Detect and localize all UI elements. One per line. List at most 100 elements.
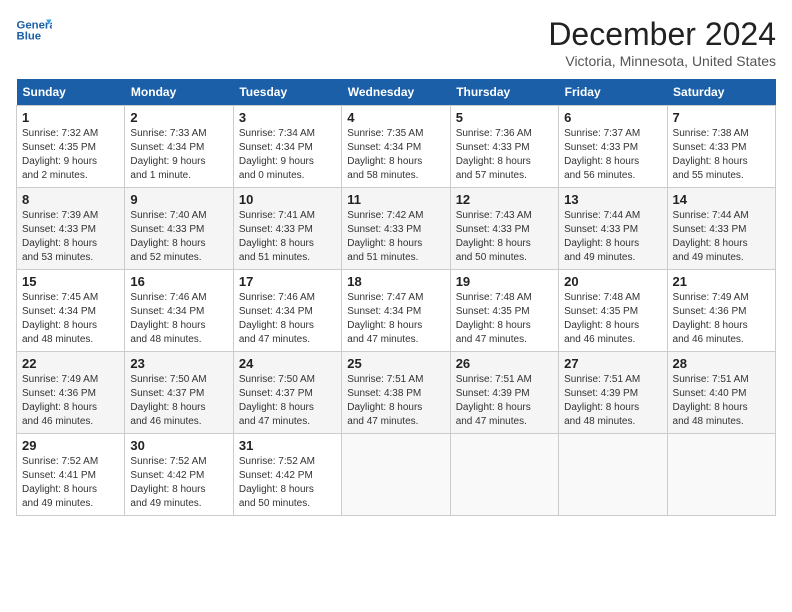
calendar-cell: 31 Sunrise: 7:52 AM Sunset: 4:42 PM Dayli… [233, 434, 341, 516]
day-info: Sunrise: 7:39 AM Sunset: 4:33 PM Dayligh… [22, 209, 119, 265]
day-number: 19 [456, 274, 553, 289]
day-info: Sunrise: 7:51 AM Sunset: 4:38 PM Dayligh… [347, 373, 444, 429]
day-info: Sunrise: 7:44 AM Sunset: 4:33 PM Dayligh… [564, 209, 661, 265]
calendar-cell: 12 Sunrise: 7:43 AM Sunset: 4:33 PM Dayli… [450, 188, 558, 270]
day-number: 30 [130, 438, 227, 453]
calendar-cell: 26Sunrise: 7:51 AM Sunset: 4:39 PM Dayli… [450, 352, 558, 434]
day-info: Sunrise: 7:51 AM Sunset: 4:39 PM Dayligh… [456, 373, 553, 429]
day-info: Sunrise: 7:46 AM Sunset: 4:34 PM Dayligh… [130, 291, 227, 347]
day-info: Sunrise: 7:35 AM Sunset: 4:34 PM Dayligh… [347, 127, 444, 183]
day-number: 6 [564, 110, 661, 125]
day-info: Sunrise: 7:42 AM Sunset: 4:33 PM Dayligh… [347, 209, 444, 265]
calendar-table: SundayMondayTuesdayWednesdayThursdayFrid… [16, 79, 776, 516]
logo: General Blue [16, 16, 52, 44]
calendar-cell: 1Sunrise: 7:32 AM Sunset: 4:35 PM Daylig… [17, 106, 125, 188]
day-number: 23 [130, 356, 227, 371]
calendar-week-row: 22Sunrise: 7:49 AM Sunset: 4:36 PM Dayli… [17, 352, 776, 434]
day-info: Sunrise: 7:37 AM Sunset: 4:33 PM Dayligh… [564, 127, 661, 183]
day-number: 17 [239, 274, 336, 289]
day-info: Sunrise: 7:51 AM Sunset: 4:40 PM Dayligh… [673, 373, 770, 429]
calendar-cell [559, 434, 667, 516]
calendar-cell: 4 Sunrise: 7:35 AM Sunset: 4:34 PM Daylig… [342, 106, 450, 188]
day-number: 24 [239, 356, 336, 371]
calendar-cell: 7 Sunrise: 7:38 AM Sunset: 4:33 PM Daylig… [667, 106, 775, 188]
weekday-header-tuesday: Tuesday [233, 79, 341, 106]
calendar-cell [450, 434, 558, 516]
day-info: Sunrise: 7:48 AM Sunset: 4:35 PM Dayligh… [456, 291, 553, 347]
day-number: 5 [456, 110, 553, 125]
day-number: 28 [673, 356, 770, 371]
day-info: Sunrise: 7:52 AM Sunset: 4:42 PM Dayligh… [239, 455, 336, 511]
calendar-cell: 27Sunrise: 7:51 AM Sunset: 4:39 PM Dayli… [559, 352, 667, 434]
page-header: General Blue December 2024 Victoria, Min… [16, 16, 776, 69]
calendar-cell: 17Sunrise: 7:46 AM Sunset: 4:34 PM Dayli… [233, 270, 341, 352]
day-info: Sunrise: 7:40 AM Sunset: 4:33 PM Dayligh… [130, 209, 227, 265]
weekday-header-sunday: Sunday [17, 79, 125, 106]
calendar-cell: 9Sunrise: 7:40 AM Sunset: 4:33 PM Daylig… [125, 188, 233, 270]
day-info: Sunrise: 7:36 AM Sunset: 4:33 PM Dayligh… [456, 127, 553, 183]
day-info: Sunrise: 7:48 AM Sunset: 4:35 PM Dayligh… [564, 291, 661, 347]
calendar-cell: 21 Sunrise: 7:49 AM Sunset: 4:36 PM Dayli… [667, 270, 775, 352]
day-info: Sunrise: 7:52 AM Sunset: 4:41 PM Dayligh… [22, 455, 119, 511]
svg-text:Blue: Blue [17, 31, 42, 43]
calendar-cell: 10Sunrise: 7:41 AM Sunset: 4:33 PM Dayli… [233, 188, 341, 270]
calendar-cell: 3 Sunrise: 7:34 AM Sunset: 4:34 PM Daylig… [233, 106, 341, 188]
calendar-cell: 18Sunrise: 7:47 AM Sunset: 4:34 PM Dayli… [342, 270, 450, 352]
weekday-header-friday: Friday [559, 79, 667, 106]
day-number: 15 [22, 274, 119, 289]
calendar-cell: 11 Sunrise: 7:42 AM Sunset: 4:33 PM Dayli… [342, 188, 450, 270]
day-info: Sunrise: 7:44 AM Sunset: 4:33 PM Dayligh… [673, 209, 770, 265]
calendar-cell: 8 Sunrise: 7:39 AM Sunset: 4:33 PM Daylig… [17, 188, 125, 270]
calendar-cell [667, 434, 775, 516]
day-number: 3 [239, 110, 336, 125]
day-number: 16 [130, 274, 227, 289]
weekday-header-monday: Monday [125, 79, 233, 106]
weekday-header-saturday: Saturday [667, 79, 775, 106]
day-info: Sunrise: 7:50 AM Sunset: 4:37 PM Dayligh… [239, 373, 336, 429]
calendar-body: 1Sunrise: 7:32 AM Sunset: 4:35 PM Daylig… [17, 106, 776, 516]
calendar-cell: 6 Sunrise: 7:37 AM Sunset: 4:33 PM Daylig… [559, 106, 667, 188]
day-info: Sunrise: 7:43 AM Sunset: 4:33 PM Dayligh… [456, 209, 553, 265]
calendar-cell: 23 Sunrise: 7:50 AM Sunset: 4:37 PM Dayli… [125, 352, 233, 434]
calendar-week-row: 1Sunrise: 7:32 AM Sunset: 4:35 PM Daylig… [17, 106, 776, 188]
day-number: 2 [130, 110, 227, 125]
calendar-cell: 29Sunrise: 7:52 AM Sunset: 4:41 PM Dayli… [17, 434, 125, 516]
day-number: 7 [673, 110, 770, 125]
calendar-cell: 28 Sunrise: 7:51 AM Sunset: 4:40 PM Dayli… [667, 352, 775, 434]
calendar-week-row: 8 Sunrise: 7:39 AM Sunset: 4:33 PM Daylig… [17, 188, 776, 270]
calendar-cell: 15 Sunrise: 7:45 AM Sunset: 4:34 PM Dayli… [17, 270, 125, 352]
logo-icon: General Blue [16, 16, 52, 44]
day-info: Sunrise: 7:47 AM Sunset: 4:34 PM Dayligh… [347, 291, 444, 347]
day-info: Sunrise: 7:49 AM Sunset: 4:36 PM Dayligh… [673, 291, 770, 347]
calendar-cell [342, 434, 450, 516]
day-number: 25 [347, 356, 444, 371]
calendar-cell: 20Sunrise: 7:48 AM Sunset: 4:35 PM Dayli… [559, 270, 667, 352]
day-info: Sunrise: 7:45 AM Sunset: 4:34 PM Dayligh… [22, 291, 119, 347]
location-title: Victoria, Minnesota, United States [548, 53, 776, 69]
day-info: Sunrise: 7:34 AM Sunset: 4:34 PM Dayligh… [239, 127, 336, 183]
day-info: Sunrise: 7:50 AM Sunset: 4:37 PM Dayligh… [130, 373, 227, 429]
calendar-week-row: 15 Sunrise: 7:45 AM Sunset: 4:34 PM Dayli… [17, 270, 776, 352]
calendar-cell: 24 Sunrise: 7:50 AM Sunset: 4:37 PM Dayli… [233, 352, 341, 434]
day-number: 4 [347, 110, 444, 125]
day-number: 14 [673, 192, 770, 207]
calendar-cell: 30Sunrise: 7:52 AM Sunset: 4:42 PM Dayli… [125, 434, 233, 516]
day-number: 8 [22, 192, 119, 207]
calendar-cell: 14 Sunrise: 7:44 AM Sunset: 4:33 PM Dayli… [667, 188, 775, 270]
day-number: 21 [673, 274, 770, 289]
day-info: Sunrise: 7:38 AM Sunset: 4:33 PM Dayligh… [673, 127, 770, 183]
weekday-header-thursday: Thursday [450, 79, 558, 106]
calendar-cell: 25 Sunrise: 7:51 AM Sunset: 4:38 PM Dayli… [342, 352, 450, 434]
day-number: 10 [239, 192, 336, 207]
calendar-cell: 13Sunrise: 7:44 AM Sunset: 4:33 PM Dayli… [559, 188, 667, 270]
calendar-cell: 16 Sunrise: 7:46 AM Sunset: 4:34 PM Dayli… [125, 270, 233, 352]
title-area: December 2024 Victoria, Minnesota, Unite… [548, 16, 776, 69]
month-title: December 2024 [548, 16, 776, 53]
day-number: 12 [456, 192, 553, 207]
day-number: 11 [347, 192, 444, 207]
calendar-cell: 2Sunrise: 7:33 AM Sunset: 4:34 PM Daylig… [125, 106, 233, 188]
calendar-cell: 22Sunrise: 7:49 AM Sunset: 4:36 PM Dayli… [17, 352, 125, 434]
day-number: 31 [239, 438, 336, 453]
calendar-cell: 5 Sunrise: 7:36 AM Sunset: 4:33 PM Daylig… [450, 106, 558, 188]
svg-text:General: General [17, 19, 53, 31]
